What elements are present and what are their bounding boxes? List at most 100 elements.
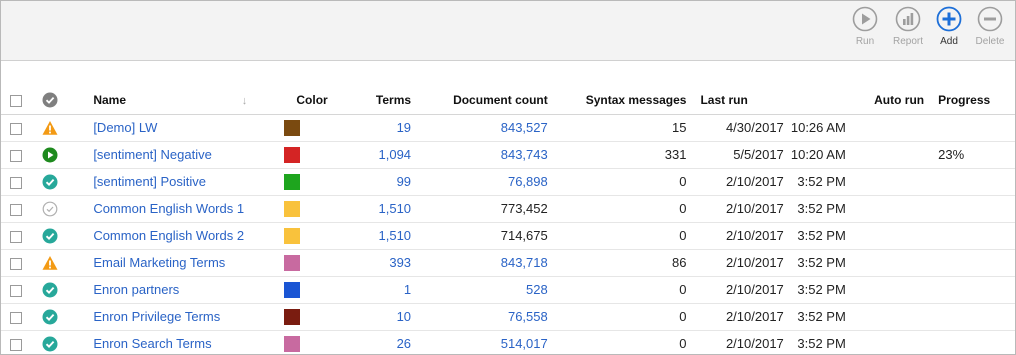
row-name-link[interactable]: [sentiment] Positive (93, 174, 206, 189)
delete-button[interactable]: Delete (968, 6, 1012, 56)
row-terms-link[interactable]: 1,510 (379, 228, 412, 243)
row-terms-link[interactable]: 1 (404, 282, 411, 297)
row-document-count[interactable]: 843,718 (411, 249, 548, 277)
column-header-syntax-messages[interactable]: Syntax messages (547, 87, 687, 115)
row-name-link[interactable]: Common English Words 1 (93, 201, 244, 216)
table-row[interactable]: Enron partners 1 528 0 2/10/2017 3:52 PM (1, 276, 1015, 304)
select-all-checkbox[interactable] (10, 95, 23, 108)
row-name[interactable]: [Demo] LW (68, 114, 279, 142)
column-header-document-count[interactable]: Document count (411, 87, 548, 115)
row-checkbox[interactable] (10, 149, 23, 162)
row-checkbox-cell[interactable] (1, 330, 32, 355)
row-name[interactable]: [sentiment] Negative (68, 141, 279, 169)
row-terms[interactable]: 1,510 (339, 222, 412, 250)
row-checkbox-cell[interactable] (1, 114, 32, 142)
warning-triangle-icon (42, 254, 58, 270)
row-name-link[interactable]: Email Marketing Terms (93, 255, 225, 270)
row-last-run: 2/10/2017 3:52 PM (686, 330, 856, 355)
row-auto-run (855, 276, 925, 304)
row-checkbox-cell[interactable] (1, 141, 32, 169)
row-checkbox[interactable] (10, 338, 23, 351)
row-name-link[interactable]: Enron partners (93, 282, 179, 297)
row-terms-link[interactable]: 19 (397, 120, 411, 135)
row-document-count-value[interactable]: 843,527 (501, 120, 548, 135)
row-name[interactable]: Common English Words 2 (68, 222, 279, 250)
row-terms[interactable]: 1 (339, 276, 412, 304)
row-name[interactable]: [sentiment] Positive (68, 168, 279, 196)
sort-cell[interactable]: ↓ (241, 87, 279, 115)
row-checkbox[interactable] (10, 176, 23, 189)
row-name[interactable]: Common English Words 1 (68, 195, 279, 223)
row-checkbox-cell[interactable] (1, 276, 32, 304)
column-header-terms[interactable]: Terms (339, 87, 412, 115)
row-name[interactable]: Email Marketing Terms (68, 249, 279, 277)
row-name-link[interactable]: Common English Words 2 (93, 228, 244, 243)
row-document-count[interactable]: 843,527 (411, 114, 548, 142)
row-document-count[interactable]: 76,898 (411, 168, 548, 196)
row-terms[interactable]: 26 (339, 330, 412, 355)
row-checkbox[interactable] (10, 122, 23, 135)
row-terms[interactable]: 1,094 (339, 141, 412, 169)
column-header-color[interactable]: Color (278, 87, 340, 115)
row-checkbox[interactable] (10, 203, 23, 216)
report-button[interactable]: Report (886, 6, 930, 56)
row-name-link[interactable]: [sentiment] Negative (93, 147, 212, 162)
row-terms[interactable]: 1,510 (339, 195, 412, 223)
row-last-run: 4/30/2017 10:26 AM (686, 114, 856, 142)
row-terms-link[interactable]: 1,094 (379, 147, 412, 162)
table-row[interactable]: Email Marketing Terms 393 843,718 86 2/10/20… (1, 249, 1015, 277)
row-name-link[interactable]: [Demo] LW (93, 120, 157, 135)
table-row[interactable]: [sentiment] Negative 1,094 843,743 331 5/5/2… (1, 141, 1015, 169)
run-button[interactable]: Run (843, 6, 887, 56)
row-checkbox-cell[interactable] (1, 195, 32, 223)
row-name-link[interactable]: Enron Search Terms (93, 336, 211, 351)
select-all-checkbox-cell[interactable] (1, 87, 32, 115)
row-checkbox-cell[interactable] (1, 303, 32, 331)
row-terms-link[interactable]: 393 (389, 255, 411, 270)
row-checkbox[interactable] (10, 257, 23, 270)
row-document-count-value[interactable]: 76,558 (508, 309, 548, 324)
sort-down-arrow-icon[interactable]: ↓ (242, 95, 248, 107)
table-row[interactable]: Enron Privilege Terms 10 76,558 0 2/10/2017 3… (1, 303, 1015, 331)
column-header-progress[interactable]: Progress (924, 87, 1015, 115)
row-document-count-value[interactable]: 843,743 (501, 147, 548, 162)
row-checkbox-cell[interactable] (1, 168, 32, 196)
row-name[interactable]: Enron Privilege Terms (68, 303, 279, 331)
table-row[interactable]: [sentiment] Positive 99 76,898 0 2/10/2017 3:… (1, 168, 1015, 196)
row-checkbox-cell[interactable] (1, 222, 32, 250)
row-checkbox[interactable] (10, 284, 23, 297)
row-terms[interactable]: 99 (339, 168, 412, 196)
row-terms-link[interactable]: 26 (397, 336, 411, 351)
row-document-count[interactable]: 514,017 (411, 330, 548, 355)
row-document-count[interactable]: 528 (411, 276, 548, 304)
table-row[interactable]: Enron Search Terms 26 514,017 0 2/10/2017 3:5… (1, 330, 1015, 355)
row-checkbox-cell[interactable] (1, 249, 32, 277)
row-terms-link[interactable]: 10 (397, 309, 411, 324)
row-document-count-value[interactable]: 528 (526, 282, 548, 297)
row-terms[interactable]: 19 (339, 114, 412, 142)
row-terms[interactable]: 393 (339, 249, 412, 277)
row-checkbox[interactable] (10, 230, 23, 243)
row-color (278, 195, 340, 223)
table-row[interactable]: [Demo] LW 19 843,527 15 4/30/2017 10:26 AM (1, 114, 1015, 142)
row-checkbox[interactable] (10, 311, 23, 324)
add-button[interactable]: Add (927, 6, 971, 56)
row-terms-link[interactable]: 99 (397, 174, 411, 189)
row-document-count-value[interactable]: 76,898 (508, 174, 548, 189)
row-document-count[interactable]: 843,743 (411, 141, 548, 169)
row-name-link[interactable]: Enron Privilege Terms (93, 309, 220, 324)
table-row[interactable]: Common English Words 2 1,510 714,675 0 2/10/… (1, 222, 1015, 250)
row-terms-link[interactable]: 1,510 (379, 201, 412, 216)
table-row[interactable]: Common English Words 1 1,510 773,452 0 2/10/… (1, 195, 1015, 223)
row-document-count-value[interactable]: 514,017 (501, 336, 548, 351)
row-terms[interactable]: 10 (339, 303, 412, 331)
row-document-count-value[interactable]: 843,718 (501, 255, 548, 270)
column-header-name[interactable]: Name (68, 87, 242, 115)
row-name[interactable]: Enron Search Terms (68, 330, 279, 355)
row-document-count[interactable]: 76,558 (411, 303, 548, 331)
check-circle-icon (42, 335, 58, 352)
last-run-date: 4/30/2017 (725, 120, 784, 135)
column-header-last-run[interactable]: Last run (686, 87, 856, 115)
column-header-auto-run[interactable]: Auto run (855, 87, 925, 115)
row-name[interactable]: Enron partners (68, 276, 279, 304)
